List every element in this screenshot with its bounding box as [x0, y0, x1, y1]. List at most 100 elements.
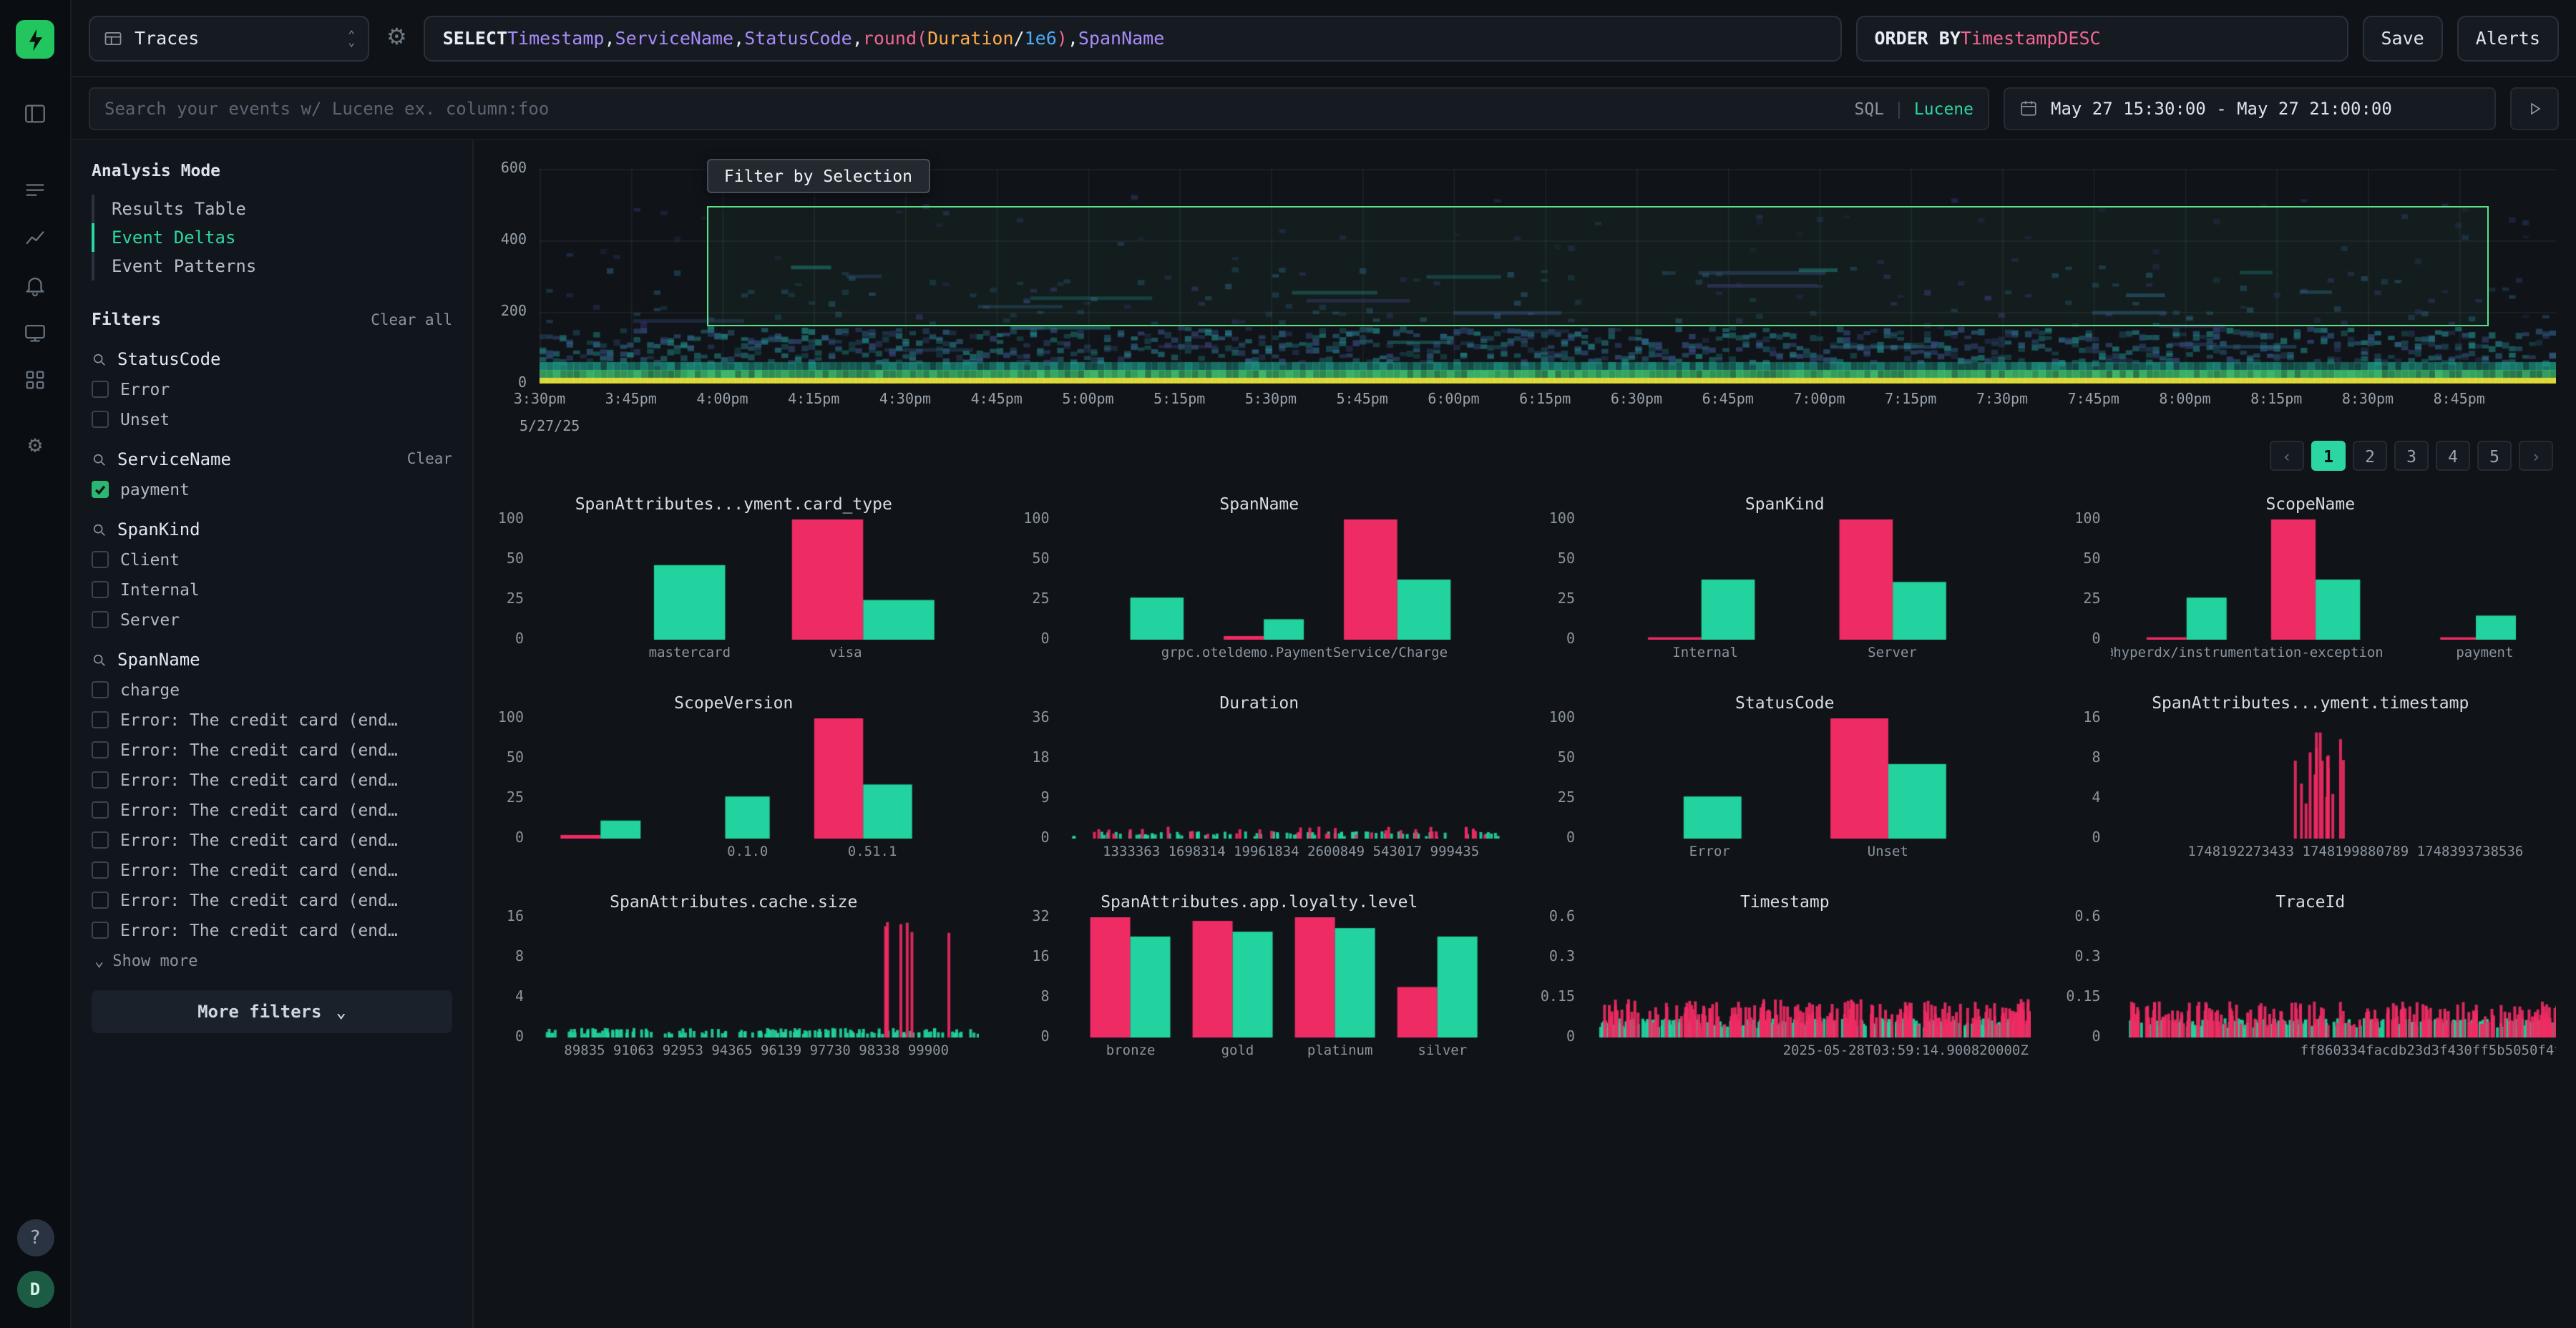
checkbox[interactable]	[92, 741, 109, 758]
mini-chart-plot[interactable]	[2111, 718, 2557, 839]
mini-chart-plot[interactable]	[1585, 519, 2031, 640]
settings-gear-icon[interactable]: ⚙	[15, 425, 55, 465]
mini-chart-plot[interactable]	[534, 917, 980, 1038]
search-input[interactable]: Search your events w/ Lucene ex. column:…	[89, 87, 1989, 130]
mini-chart-canvas[interactable]	[1585, 519, 2030, 640]
y-tick: 100	[498, 711, 524, 726]
mini-chart-canvas[interactable]	[534, 917, 979, 1038]
services-grid-icon[interactable]	[15, 359, 55, 399]
checkbox[interactable]	[92, 480, 109, 497]
filter-option[interactable]: Client	[92, 548, 452, 570]
next-page-button[interactable]: ›	[2519, 441, 2553, 471]
filter-option[interactable]: Internal	[92, 578, 452, 600]
filter-option[interactable]: Error: The credit card (end…	[92, 799, 452, 820]
filter-option[interactable]: Error: The credit card (end…	[92, 859, 452, 880]
save-button[interactable]: Save	[2362, 15, 2442, 61]
query-token: ,	[1068, 27, 1078, 49]
filter-option[interactable]: Error: The credit card (end…	[92, 919, 452, 940]
filter-option[interactable]: payment	[92, 478, 452, 499]
mini-chart-plot[interactable]	[1060, 917, 1506, 1038]
filter-option[interactable]: Error	[92, 378, 452, 399]
filter-option[interactable]: Server	[92, 608, 452, 630]
page-button-5[interactable]: 5	[2477, 441, 2512, 471]
sessions-monitor-icon[interactable]	[15, 312, 55, 352]
mini-chart-plot[interactable]	[2111, 917, 2557, 1038]
checkbox[interactable]	[92, 711, 109, 728]
source-settings-gear-icon[interactable]: ⚙	[384, 26, 410, 49]
mini-chart-plot[interactable]	[534, 718, 980, 839]
mini-chart-plot[interactable]	[1060, 718, 1506, 839]
clear-all-button[interactable]: Clear all	[371, 312, 452, 329]
mini-chart-canvas[interactable]	[2111, 917, 2556, 1038]
page-button-3[interactable]: 3	[2394, 441, 2429, 471]
checkbox[interactable]	[92, 891, 109, 908]
mini-chart-canvas[interactable]	[534, 718, 979, 839]
analysis-mode-item-event-patterns[interactable]: Event Patterns	[92, 252, 452, 280]
mini-chart-canvas[interactable]	[1060, 718, 1505, 839]
checkbox[interactable]	[92, 801, 109, 818]
mini-chart-canvas[interactable]	[1060, 917, 1505, 1038]
filter-option[interactable]: Error: The credit card (end…	[92, 768, 452, 790]
checkbox[interactable]	[92, 831, 109, 848]
checkbox[interactable]	[92, 410, 109, 427]
mini-chart-canvas[interactable]	[1585, 718, 2030, 839]
mini-chart-canvas[interactable]	[1060, 519, 1505, 640]
checkbox[interactable]	[92, 771, 109, 788]
topbar: Traces ⌃⌄ ⚙ SELECT Timestamp,ServiceName…	[72, 0, 2576, 77]
hyperdx-logo-icon[interactable]	[16, 20, 54, 59]
y-tick: 50	[507, 552, 524, 567]
search-logs-icon[interactable]	[15, 170, 55, 210]
page-button-1[interactable]: 1	[2311, 441, 2346, 471]
checkbox[interactable]	[92, 610, 109, 628]
x-label: 1748192273433 1748199880789 174839373853…	[2187, 844, 2523, 860]
checkbox[interactable]	[92, 680, 109, 698]
page-button-2[interactable]: 2	[2353, 441, 2387, 471]
analysis-mode-item-results-table[interactable]: Results Table	[92, 195, 452, 223]
sql-toggle[interactable]: SQL	[1854, 98, 1884, 118]
run-query-button[interactable]	[2510, 87, 2559, 130]
prev-page-button[interactable]: ‹	[2270, 441, 2304, 471]
avatar[interactable]: D	[16, 1271, 54, 1308]
lucene-toggle[interactable]: Lucene	[1914, 98, 1974, 118]
mini-chart-canvas[interactable]	[2111, 718, 2556, 839]
mini-chart-plot[interactable]	[1585, 718, 2031, 839]
clear-filter-button[interactable]: Clear	[407, 451, 452, 468]
sidebar-toggle-icon[interactable]	[15, 93, 55, 133]
mini-chart-canvas[interactable]	[1585, 917, 2030, 1038]
checkbox[interactable]	[92, 580, 109, 597]
mini-chart-plot[interactable]	[1585, 917, 2031, 1038]
filter-option[interactable]: Error: The credit card (end…	[92, 829, 452, 850]
more-filters-button[interactable]: More filters ⌄	[92, 990, 452, 1033]
date-range-picker[interactable]: May 27 15:30:00 - May 27 21:00:00	[2004, 87, 2496, 130]
mini-chart-canvas[interactable]	[534, 519, 979, 640]
search-row: Search your events w/ Lucene ex. column:…	[72, 77, 2576, 140]
analysis-mode-item-event-deltas[interactable]: Event Deltas	[92, 223, 452, 252]
page-button-4[interactable]: 4	[2436, 441, 2470, 471]
alerts-bell-icon[interactable]	[15, 265, 55, 305]
source-selector[interactable]: Traces ⌃⌄	[89, 15, 369, 61]
alerts-button[interactable]: Alerts	[2457, 15, 2559, 61]
filter-option[interactable]: Error: The credit card (end…	[92, 889, 452, 910]
chart-icon[interactable]	[15, 218, 55, 258]
mini-chart-plot[interactable]	[1060, 519, 1506, 640]
filter-by-selection-tooltip[interactable]: Filter by Selection	[707, 159, 930, 193]
mini-chart-plot[interactable]	[534, 519, 980, 640]
x-tick: 6:15pm	[1519, 392, 1571, 408]
show-more-button[interactable]: ⌄ Show more	[94, 952, 452, 970]
order-by-input[interactable]: ORDER BY Timestamp DESC	[1855, 15, 2348, 61]
checkbox[interactable]	[92, 861, 109, 878]
filter-option[interactable]: charge	[92, 678, 452, 700]
mini-chart-canvas[interactable]	[2111, 519, 2556, 640]
mini-chart-plot[interactable]	[2111, 519, 2557, 640]
filter-option[interactable]: Unset	[92, 408, 452, 429]
select-query-input[interactable]: SELECT Timestamp,ServiceName,StatusCode,…	[424, 15, 1842, 61]
filter-option[interactable]: Error: The credit card (end…	[92, 738, 452, 760]
filter-option[interactable]: Error: The credit card (end…	[92, 708, 452, 730]
x-label: Internal	[1672, 645, 1738, 661]
selection-rectangle[interactable]	[707, 205, 2489, 326]
checkbox[interactable]	[92, 550, 109, 567]
checkbox[interactable]	[92, 921, 109, 938]
heatmap-plot[interactable]: Filter by Selection	[540, 169, 2556, 384]
help-button[interactable]: ?	[16, 1219, 54, 1256]
checkbox[interactable]	[92, 380, 109, 397]
